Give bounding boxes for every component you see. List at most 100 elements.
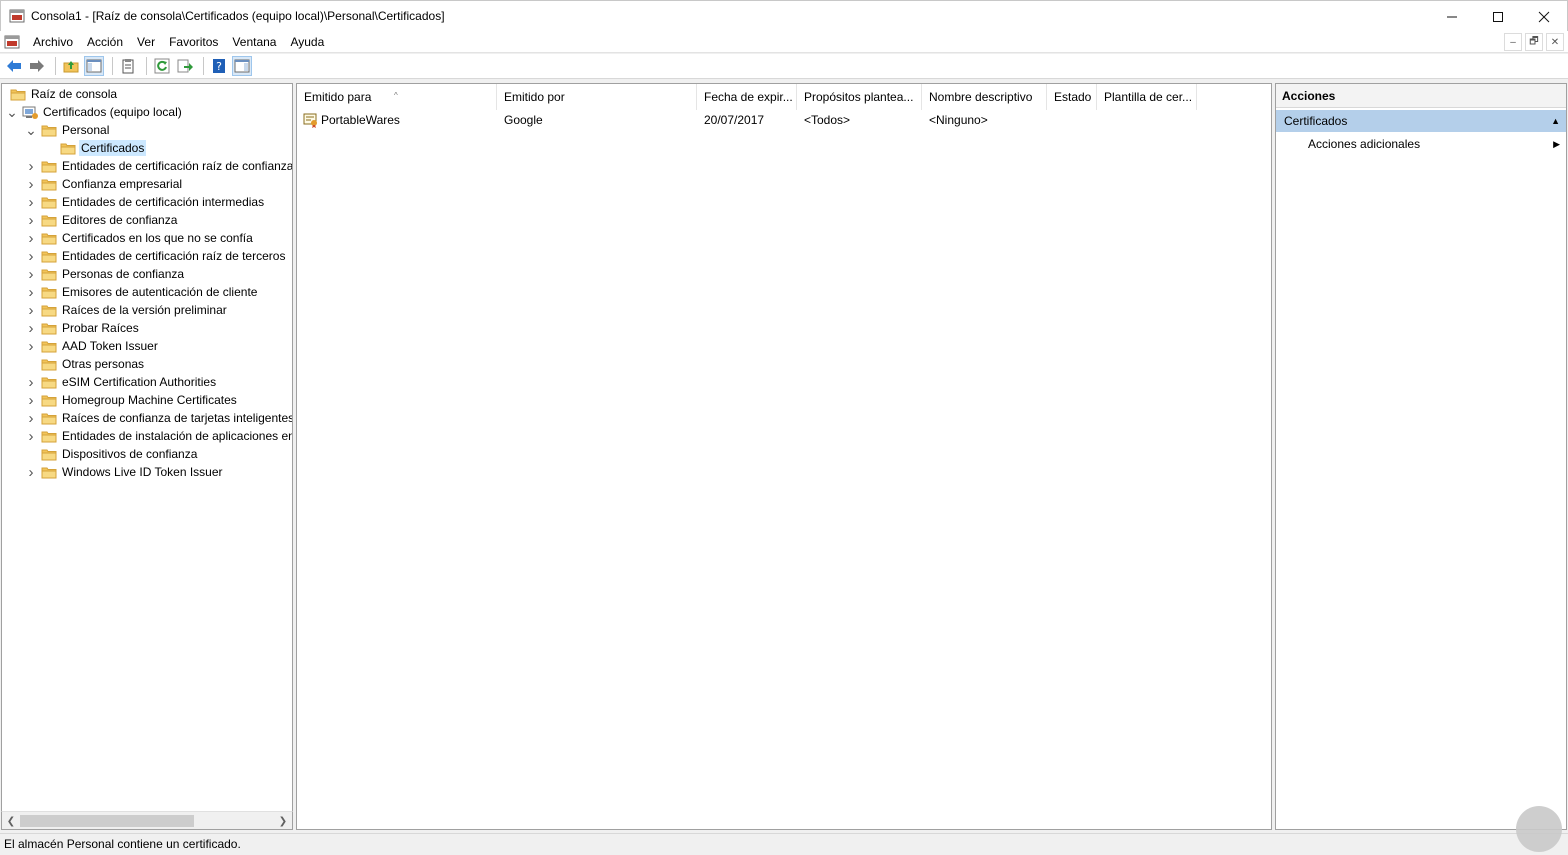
help-icon[interactable]: ? [209, 56, 229, 76]
tree-item-label: Certificados [79, 140, 147, 156]
chevron-right-icon[interactable]: › [25, 391, 37, 409]
certificate-list[interactable]: Emitido para ^ Emitido por Fecha de expi… [296, 83, 1272, 830]
tree-item[interactable]: › Emisores de autenticación de cliente [25, 283, 259, 301]
chevron-right-icon[interactable]: › [25, 247, 37, 265]
tree-item[interactable]: › Confianza empresarial [25, 175, 184, 193]
menu-archivo[interactable]: Archivo [26, 31, 80, 53]
chevron-right-icon[interactable]: › [25, 319, 37, 337]
column-header-emitido-para[interactable]: Emitido para ^ [297, 84, 497, 110]
menu-accion[interactable]: Acción [80, 31, 130, 53]
tree-item[interactable]: › Entidades de instalación de aplicacione… [25, 427, 293, 445]
column-header-nombre-descriptivo[interactable]: Nombre descriptivo [922, 84, 1047, 110]
chevron-right-icon[interactable]: › [25, 283, 37, 301]
chevron-right-icon[interactable]: › [25, 409, 37, 427]
mdi-restore-button[interactable]: 🗗 [1525, 33, 1543, 51]
tree-item[interactable]: › Personas de confianza [25, 265, 186, 283]
show-hide-actions-icon[interactable] [232, 56, 252, 76]
tree-item[interactable]: Dispositivos de confianza [25, 445, 199, 463]
mdi-console-icon[interactable] [4, 34, 20, 50]
tree-item[interactable]: › eSIM Certification Authorities [25, 373, 218, 391]
minimize-icon[interactable] [1429, 1, 1475, 32]
show-hide-tree-icon[interactable] [84, 56, 104, 76]
folder-icon [41, 322, 57, 335]
tree-item[interactable]: ⌄ Certificados (equipo local) [6, 103, 184, 121]
scrollbar-thumb[interactable] [20, 815, 194, 827]
tree-item[interactable]: › Entidades de certificación raíz de conf… [25, 157, 293, 175]
tree-item[interactable]: › Raíces de la versión preliminar [25, 301, 229, 319]
tree-item-label: Emisores de autenticación de cliente [62, 285, 258, 299]
cell-propositos: <Todos> [804, 113, 851, 127]
tree-item[interactable]: › Homegroup Machine Certificates [25, 391, 239, 409]
folder-icon [41, 430, 57, 443]
export-list-icon[interactable] [175, 56, 195, 76]
refresh-icon[interactable] [152, 56, 172, 76]
chevron-right-icon[interactable]: › [25, 157, 37, 175]
column-label: Emitido para [304, 90, 372, 104]
forward-arrow-icon[interactable] [27, 56, 47, 76]
tree-item[interactable]: ⌄ Personal [25, 121, 111, 139]
tree-item[interactable]: Raíz de consola [6, 85, 119, 103]
column-header-fecha-expiracion[interactable]: Fecha de expir... [697, 84, 797, 110]
watermark-logo [1516, 806, 1562, 852]
actions-title: Acciones [1276, 84, 1566, 108]
chevron-right-icon[interactable]: › [25, 427, 37, 445]
tree-horizontal-scrollbar[interactable]: ❮ ❯ [1, 811, 293, 830]
menu-ver[interactable]: Ver [130, 31, 162, 53]
column-header-plantilla[interactable]: Plantilla de cer... [1097, 84, 1197, 110]
chevron-right-icon[interactable]: › [25, 301, 37, 319]
up-folder-icon[interactable] [61, 56, 81, 76]
svg-text:?: ? [216, 60, 222, 73]
tree-item[interactable]: Otras personas [25, 355, 146, 373]
tree-item[interactable]: › Editores de confianza [25, 211, 179, 229]
close-icon[interactable] [1521, 1, 1567, 32]
column-header-propositos[interactable]: Propósitos plantea... [797, 84, 922, 110]
expander-placeholder [44, 139, 56, 157]
column-header-estado[interactable]: Estado [1047, 84, 1097, 110]
chevron-right-icon[interactable]: › [25, 265, 37, 283]
actions-section-certificados[interactable]: Certificados ▲ [1276, 110, 1566, 132]
chevron-right-icon[interactable]: › [25, 229, 37, 247]
title-bar: Consola1 - [Raíz de consola\Certificados… [0, 0, 1568, 31]
table-row[interactable]: PortableWares Google 20/07/2017 <Todos> … [297, 110, 1273, 130]
maximize-icon[interactable] [1475, 1, 1521, 32]
folder-icon [41, 196, 57, 209]
chevron-down-icon[interactable]: ⌄ [6, 103, 18, 121]
menu-ayuda[interactable]: Ayuda [283, 31, 331, 53]
scroll-right-icon[interactable]: ❯ [275, 813, 291, 829]
mmc-console-icon[interactable] [9, 8, 25, 24]
back-arrow-icon[interactable] [4, 56, 24, 76]
tree-item[interactable]: › Entidades de certificación raíz de terc… [25, 247, 287, 265]
console-tree[interactable]: Raíz de consola ⌄ Certificados (equipo loc… [1, 83, 293, 830]
tree-item[interactable]: › Probar Raíces [25, 319, 141, 337]
mdi-minimize-button[interactable]: – [1504, 33, 1522, 51]
properties-icon[interactable] [118, 56, 138, 76]
tree-item[interactable]: Certificados [44, 139, 147, 157]
expander-placeholder [25, 445, 37, 463]
chevron-down-icon[interactable]: ⌄ [25, 121, 37, 139]
tree-item[interactable]: › Certificados en los que no se confía [25, 229, 255, 247]
window-title: Consola1 - [Raíz de consola\Certificados… [31, 9, 445, 23]
chevron-right-icon[interactable]: › [25, 175, 37, 193]
chevron-right-icon[interactable]: › [25, 193, 37, 211]
folder-icon [41, 358, 57, 371]
tree-item[interactable]: › Windows Live ID Token Issuer [25, 463, 225, 481]
menu-favoritos[interactable]: Favoritos [162, 31, 225, 53]
chevron-right-icon[interactable]: › [25, 211, 37, 229]
tree-item-label: Probar Raíces [62, 321, 139, 335]
scroll-left-icon[interactable]: ❮ [3, 813, 19, 829]
chevron-right-icon[interactable]: › [25, 463, 37, 481]
folder-icon [41, 448, 57, 461]
chevron-right-icon[interactable]: › [25, 337, 37, 355]
acciones-adicionales-item[interactable]: Acciones adicionales ▶ [1276, 134, 1566, 154]
folder-icon [41, 268, 57, 281]
tree-item[interactable]: › Raíces de confianza de tarjetas intelig… [25, 409, 293, 427]
status-text: El almacén Personal contiene un certific… [4, 837, 241, 851]
column-header-emitido-por[interactable]: Emitido por [497, 84, 697, 110]
folder-icon [41, 232, 57, 245]
menu-ventana[interactable]: Ventana [225, 31, 283, 53]
tree-item[interactable]: › Entidades de certificación intermedias [25, 193, 266, 211]
collapse-up-icon[interactable]: ▲ [1551, 110, 1560, 132]
tree-item[interactable]: › AAD Token Issuer [25, 337, 160, 355]
chevron-right-icon[interactable]: › [25, 373, 37, 391]
mdi-close-button[interactable]: ✕ [1546, 33, 1564, 51]
